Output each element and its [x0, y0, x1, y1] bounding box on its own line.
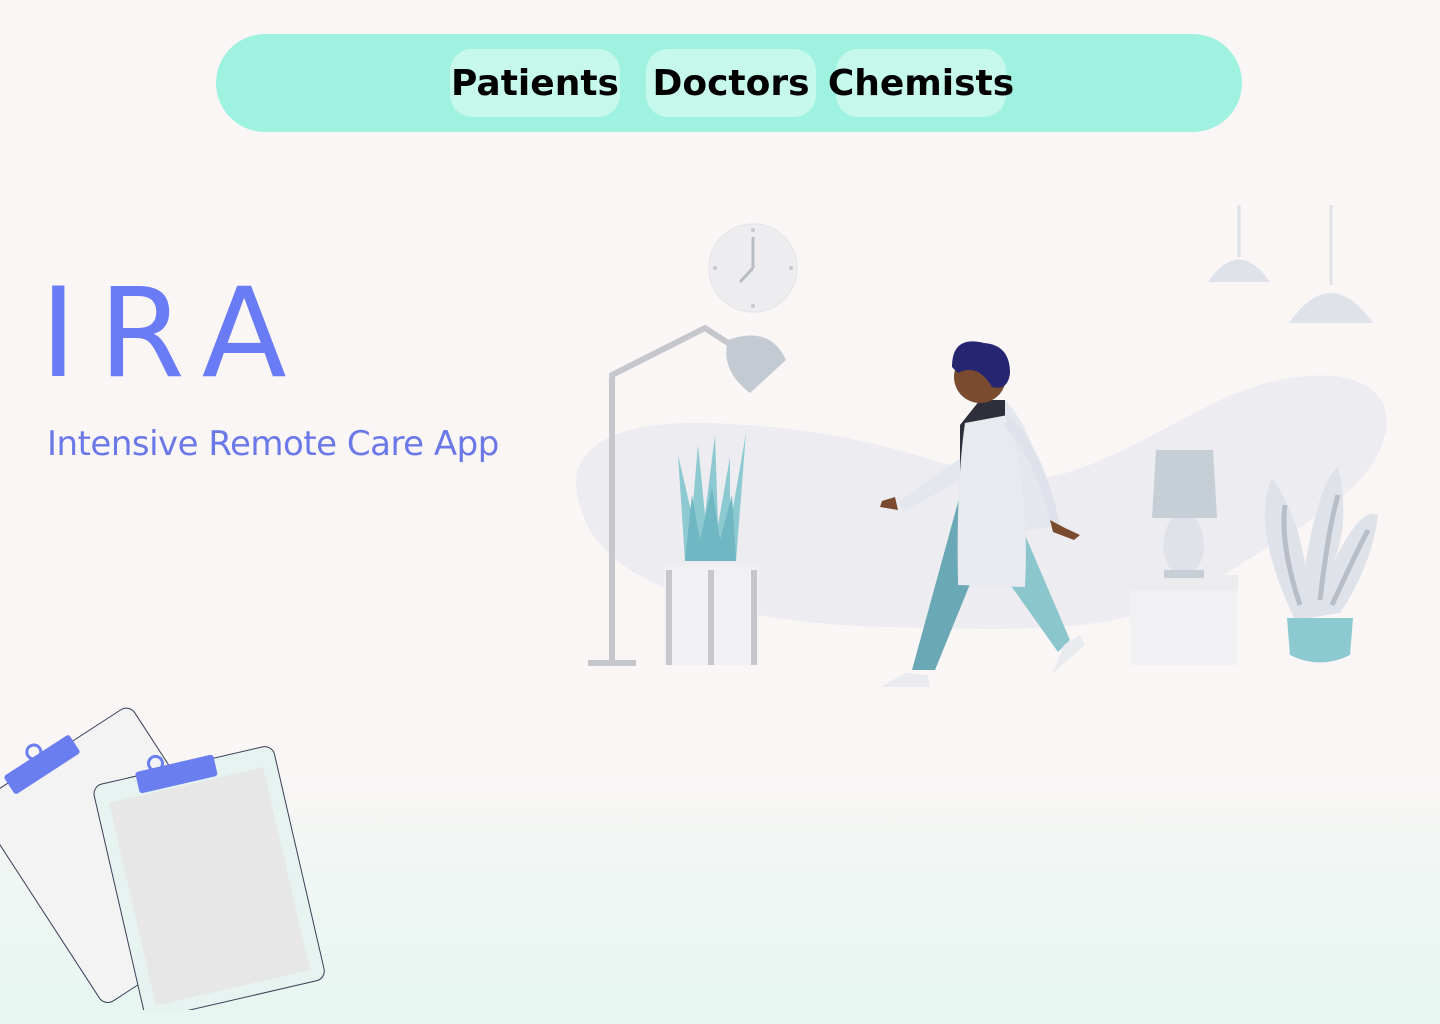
top-navigation-bar: Patients Doctors Chemists — [216, 34, 1242, 132]
potted-plant-icon — [1264, 467, 1378, 663]
nav-chemists-button[interactable]: Chemists — [828, 49, 1014, 117]
nav-patients-button[interactable]: Patients — [450, 49, 620, 117]
app-tagline: Intensive Remote Care App — [47, 424, 499, 464]
nav-doctors-button[interactable]: Doctors — [646, 49, 816, 117]
doctor-walking-illustration — [576, 205, 1387, 687]
clock-icon — [708, 223, 798, 313]
ceiling-lamps-icon — [1208, 205, 1373, 323]
clipboards-icon — [0, 707, 325, 1010]
app-logo: IRA — [40, 262, 309, 406]
